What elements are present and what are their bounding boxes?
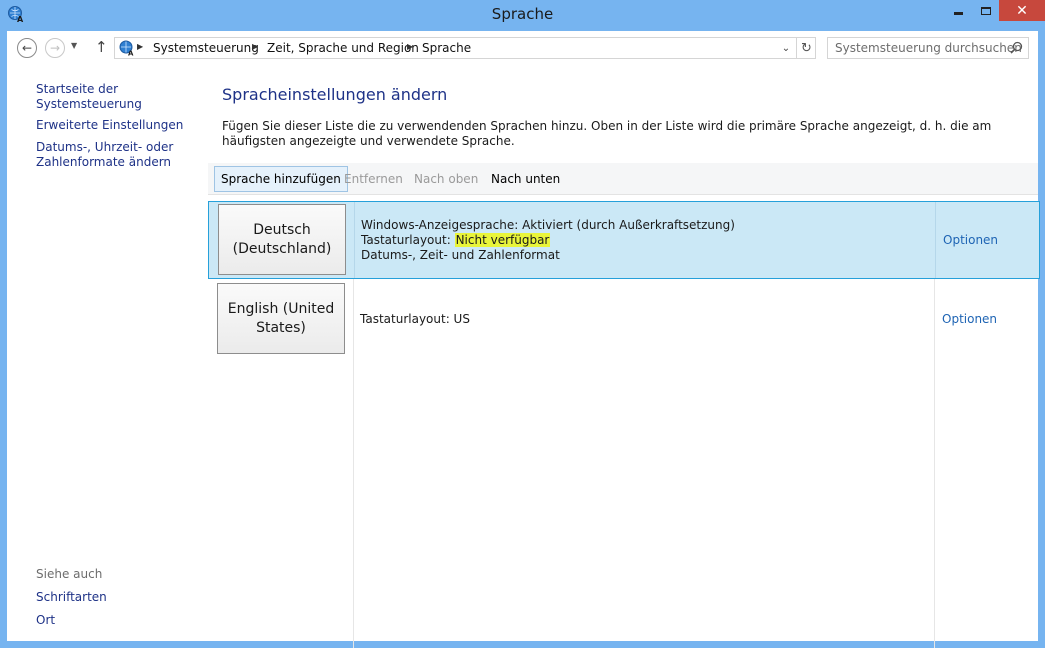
control-panel-icon: A — [119, 40, 134, 57]
column-divider — [353, 279, 354, 648]
forward-button[interactable]: → — [45, 38, 65, 58]
refresh-icon: ↻ — [801, 40, 812, 56]
move-down-button[interactable]: Nach unten — [485, 166, 566, 192]
client-area: ← → ▼ ↑ A ▶ Systemsteuerung ▶ Zeit, Spra… — [7, 31, 1040, 648]
breadcrumb-systemsteuerung[interactable]: Systemsteuerung — [153, 41, 259, 55]
breadcrumb-chevron-icon[interactable]: ▶ — [252, 42, 258, 51]
language-region: (Deutschland) — [232, 240, 332, 257]
window: A Sprache ✕ ← → ▼ ↑ A ▶ Systemsteuerung … — [0, 0, 1045, 648]
navigation-bar: ← → ▼ ↑ A ▶ Systemsteuerung ▶ Zeit, Spra… — [7, 31, 1038, 65]
language-region: States) — [256, 319, 306, 336]
see-also-heading: Siehe auch — [36, 567, 103, 581]
search-box[interactable]: Systemsteuerung durchsuchen — [827, 37, 1029, 59]
breadcrumb-chevron-icon[interactable]: ▶ — [137, 42, 143, 51]
chevron-down-icon: ▼ — [71, 41, 78, 50]
language-name: English (United — [227, 300, 335, 317]
page-description: Fügen Sie dieser Liste die zu verwendend… — [222, 119, 992, 148]
column-divider — [354, 202, 355, 278]
close-icon: ✕ — [1016, 2, 1028, 19]
page-title: Spracheinstellungen ändern — [222, 85, 448, 104]
maximize-button[interactable] — [972, 0, 999, 21]
title-bar[interactable]: A Sprache ✕ — [0, 0, 1045, 31]
move-up-button[interactable]: Nach oben — [408, 166, 484, 192]
language-row-english[interactable]: English (United States) Tastaturlayout: … — [208, 279, 1040, 648]
minimize-icon — [954, 12, 963, 15]
language-tile[interactable]: Deutsch (Deutschland) — [218, 204, 346, 275]
back-button[interactable]: ← — [17, 38, 37, 58]
date-formats-link[interactable]: Datums-, Uhrzeit- oder Zahlenformate änd… — [36, 140, 186, 170]
window-title: Sprache — [491, 5, 554, 23]
advanced-settings-link[interactable]: Erweiterte Einstellungen — [36, 118, 183, 133]
breadcrumb-chevron-icon[interactable]: ▶ — [407, 42, 413, 51]
keyboard-layout-value: Nicht verfügbar — [454, 233, 551, 247]
options-link-english[interactable]: Optionen — [942, 312, 997, 326]
up-button[interactable]: ↑ — [95, 38, 108, 56]
keyboard-layout-label: Tastaturlayout: — [361, 233, 455, 247]
options-link-deutsch[interactable]: Optionen — [943, 233, 998, 247]
search-input[interactable]: Systemsteuerung durchsuchen — [835, 41, 1022, 55]
remove-button[interactable]: Entfernen — [338, 166, 409, 192]
keyboard-layout-status: Tastaturlayout: Nicht verfügbar — [361, 233, 735, 248]
language-row-deutsch[interactable]: Deutsch (Deutschland) Windows-Anzeigespr… — [208, 201, 1040, 279]
left-task-pane: Startseite der Systemsteuerung Erweitert… — [7, 65, 207, 641]
format-status: Datums-, Zeit- und Zahlenformat — [361, 248, 560, 262]
add-language-button[interactable]: Sprache hinzufügen — [214, 166, 348, 192]
display-language-status: Windows-Anzeigesprache: Aktiviert (durch… — [361, 218, 735, 232]
address-dropdown-button[interactable]: ⌄ — [776, 38, 796, 58]
arrow-right-icon: → — [49, 41, 61, 55]
chevron-down-icon: ⌄ — [781, 42, 791, 54]
arrow-left-icon: ← — [21, 41, 33, 55]
recent-locations-button[interactable]: ▼ — [71, 41, 77, 50]
search-icon[interactable] — [1010, 41, 1023, 54]
language-tile[interactable]: English (United States) — [217, 283, 345, 354]
language-name: Deutsch — [253, 221, 311, 238]
control-panel-home-link[interactable]: Startseite der Systemsteuerung — [36, 82, 207, 112]
breadcrumb-sprache[interactable]: Sprache — [422, 41, 471, 55]
location-link[interactable]: Ort — [36, 613, 55, 628]
minimize-button[interactable] — [945, 0, 972, 21]
column-divider — [934, 279, 935, 648]
fonts-link[interactable]: Schriftarten — [36, 590, 107, 605]
language-toolbar: Sprache hinzufügen Entfernen Nach oben N… — [208, 163, 1038, 195]
refresh-button[interactable]: ↻ — [796, 38, 816, 58]
arrow-up-icon: ↑ — [95, 38, 108, 56]
language-info: Tastaturlayout: US — [360, 312, 470, 327]
close-button[interactable]: ✕ — [999, 0, 1045, 21]
column-divider — [935, 202, 936, 278]
svg-text:A: A — [128, 50, 134, 57]
breadcrumb-zeit-sprache-region[interactable]: Zeit, Sprache und Region — [267, 41, 419, 55]
address-bar[interactable]: A ▶ Systemsteuerung ▶ Zeit, Sprache und … — [114, 37, 816, 59]
maximize-icon — [980, 6, 991, 15]
keyboard-layout-status: Tastaturlayout: US — [360, 312, 470, 326]
language-info: Windows-Anzeigesprache: Aktiviert (durch… — [361, 218, 735, 263]
